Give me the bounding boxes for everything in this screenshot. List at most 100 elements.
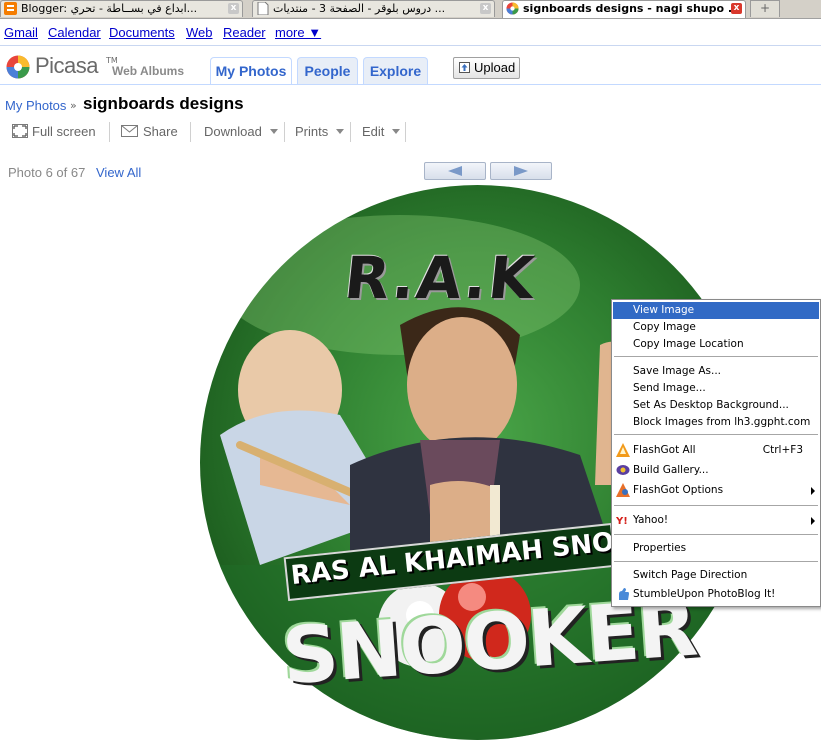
more-link[interactable]: more ▼ xyxy=(275,25,321,40)
close-icon[interactable]: x xyxy=(480,3,491,14)
menu-separator xyxy=(614,505,818,506)
logo-word: Picasa xyxy=(35,53,99,78)
context-menu: View Image Copy Image Copy Image Locatio… xyxy=(611,299,821,607)
menu-item-copy-image-location[interactable]: Copy Image Location xyxy=(613,336,819,353)
upload-icon xyxy=(459,62,470,73)
flashgot-options-icon xyxy=(616,483,630,497)
build-gallery-icon xyxy=(616,465,630,475)
menu-item-flashgot-options[interactable]: FlashGot Options xyxy=(613,482,819,499)
reader-link[interactable]: Reader xyxy=(223,25,266,40)
picasa-icon xyxy=(506,2,519,15)
menu-item-label: Block Images from lh3.ggpht.com xyxy=(633,416,811,428)
menu-separator xyxy=(614,534,818,535)
yahoo-icon: Y! xyxy=(616,516,628,527)
gmail-link[interactable]: Gmail xyxy=(4,25,38,40)
menu-item-properties[interactable]: Properties xyxy=(613,540,819,557)
album-title: signboards designs xyxy=(83,94,244,113)
tab-explore[interactable]: Explore xyxy=(363,57,428,85)
menu-item-save-image-as[interactable]: Save Image As... xyxy=(613,363,819,380)
edit-label: Edit xyxy=(362,124,385,139)
toolbar-divider xyxy=(284,122,285,142)
view-all-link[interactable]: View All xyxy=(96,165,141,180)
menu-item-stumbleupon[interactable]: StumbleUpon PhotoBlog It! xyxy=(613,586,819,603)
google-bar: Gmail Calendar Documents Web Reader more… xyxy=(0,19,821,46)
documents-link[interactable]: Documents xyxy=(109,25,175,40)
share-button[interactable]: Share xyxy=(121,124,178,140)
menu-item-label: Set As Desktop Background... xyxy=(633,399,789,411)
toolbar-divider xyxy=(350,122,351,142)
menu-item-block-images[interactable]: Block Images from lh3.ggpht.com xyxy=(613,414,819,431)
menu-item-view-image[interactable]: View Image xyxy=(613,302,819,319)
menu-item-label: Save Image As... xyxy=(633,365,721,377)
menu-separator xyxy=(614,356,818,357)
arrow-right-icon xyxy=(514,166,528,176)
tab-my-photos[interactable]: My Photos xyxy=(210,57,292,85)
upload-button[interactable]: Upload xyxy=(453,57,520,79)
download-menu[interactable]: Download xyxy=(204,124,278,140)
web-link[interactable]: Web xyxy=(186,25,213,40)
edit-menu[interactable]: Edit xyxy=(362,124,401,140)
menu-item-label: Build Gallery... xyxy=(633,464,709,476)
menu-item-shortcut: Ctrl+F3 xyxy=(762,444,803,456)
tab-label: دروس بلوقر - الصفحة 3 - منتديات ... xyxy=(273,2,446,15)
breadcrumb-my-photos[interactable]: My Photos xyxy=(5,98,66,113)
menu-item-label: Properties xyxy=(633,542,687,554)
menu-item-label: StumbleUpon PhotoBlog It! xyxy=(633,588,776,600)
flashgot-icon xyxy=(616,443,630,457)
toolbar-divider xyxy=(190,122,191,142)
menu-separator xyxy=(614,561,818,562)
new-tab-button[interactable]: + xyxy=(750,0,780,17)
svg-text:Y!: Y! xyxy=(616,516,628,527)
menu-item-build-gallery[interactable]: Build Gallery... xyxy=(613,462,819,479)
menu-item-label: View Image xyxy=(633,304,695,316)
browser-tab-picasa[interactable]: signboards designs - nagi shupo ... x xyxy=(502,0,746,18)
browser-tab-bar: Blogger: ابداع في بســاطة - تحري... x در… xyxy=(0,0,821,19)
picasa-logo-icon xyxy=(6,55,30,79)
submenu-arrow-icon xyxy=(811,517,815,525)
menu-item-label: Yahoo! xyxy=(633,514,669,526)
close-icon[interactable]: x xyxy=(731,3,742,14)
menu-item-label: Copy Image Location xyxy=(633,338,744,350)
stumbleupon-icon xyxy=(619,588,629,600)
fullscreen-icon xyxy=(12,124,28,138)
fullscreen-button[interactable]: Full screen xyxy=(12,124,96,140)
toolbar-divider xyxy=(405,122,406,142)
page-icon xyxy=(257,2,269,15)
arrow-left-icon xyxy=(448,166,462,176)
chevron-down-icon xyxy=(392,129,401,134)
envelope-icon xyxy=(121,125,138,137)
calendar-link[interactable]: Calendar xyxy=(48,25,101,40)
menu-separator xyxy=(614,434,818,435)
chevron-down-icon xyxy=(269,129,278,134)
close-icon[interactable]: x xyxy=(228,3,239,14)
upload-label: Upload xyxy=(474,60,516,75)
menu-item-label: FlashGot All xyxy=(633,444,696,456)
menu-item-label: Copy Image xyxy=(633,321,696,333)
breadcrumb-separator: » xyxy=(70,99,77,112)
browser-tab-blogger[interactable]: Blogger: ابداع في بســاطة - تحري... x xyxy=(0,0,243,17)
menu-item-yahoo[interactable]: Y! Yahoo! xyxy=(613,512,819,529)
share-label: Share xyxy=(143,124,178,139)
logo-subtitle: Web Albums xyxy=(112,64,185,78)
photo-title-text: R.A.K xyxy=(341,244,540,312)
fullscreen-label: Full screen xyxy=(32,124,96,139)
menu-item-copy-image[interactable]: Copy Image xyxy=(613,319,819,336)
browser-tab-forum[interactable]: دروس بلوقر - الصفحة 3 - منتديات ... x xyxy=(252,0,495,17)
download-label: Download xyxy=(204,124,262,139)
menu-item-set-desktop-background[interactable]: Set As Desktop Background... xyxy=(613,397,819,414)
blogger-icon xyxy=(4,2,17,15)
previous-photo-button[interactable] xyxy=(424,162,486,180)
menu-item-label: Send Image... xyxy=(633,382,706,394)
menu-item-switch-page-direction[interactable]: Switch Page Direction xyxy=(613,567,819,584)
photo-count: Photo 6 of 67 xyxy=(8,165,86,180)
chevron-down-icon xyxy=(336,129,345,134)
next-photo-button[interactable] xyxy=(490,162,552,180)
menu-item-label: Switch Page Direction xyxy=(633,569,748,581)
menu-item-flashgot-all[interactable]: FlashGot All Ctrl+F3 xyxy=(613,442,819,459)
prints-label: Prints xyxy=(295,124,329,139)
nav-divider xyxy=(0,84,821,85)
prints-menu[interactable]: Prints xyxy=(295,124,345,140)
tab-people[interactable]: People xyxy=(297,57,358,85)
menu-item-label: FlashGot Options xyxy=(633,484,724,496)
menu-item-send-image[interactable]: Send Image... xyxy=(613,380,819,397)
